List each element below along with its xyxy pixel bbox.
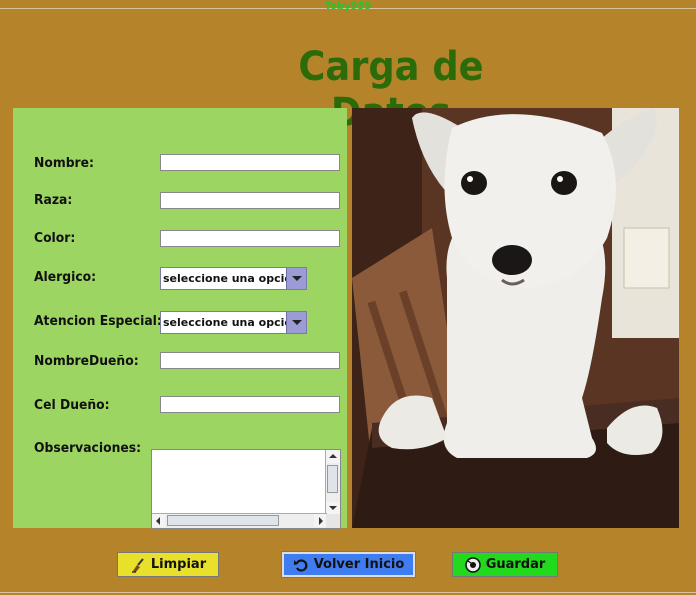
color-label: Color: <box>34 231 76 246</box>
cel-dueno-field[interactable] <box>160 396 340 413</box>
dog-photo <box>352 108 679 528</box>
observaciones-label: Observaciones: <box>34 441 142 456</box>
dog-photo-illustration <box>352 108 679 528</box>
alergico-select[interactable]: seleccione una opción <box>160 267 307 290</box>
undo-icon <box>293 557 309 573</box>
broom-icon <box>130 557 146 573</box>
save-disk-icon <box>464 556 481 573</box>
window-title: Toby959 <box>324 1 372 12</box>
atencion-selected-value: seleccione una opción <box>163 316 300 329</box>
horizontal-scroll-thumb[interactable] <box>167 515 279 526</box>
window-titlebar: Toby959 <box>0 0 696 12</box>
scroll-left-icon[interactable] <box>152 514 165 527</box>
color-field[interactable] <box>160 230 340 247</box>
raza-label: Raza: <box>34 193 73 208</box>
guardar-label: Guardar <box>485 557 546 572</box>
limpiar-button[interactable]: Limpiar <box>117 552 219 577</box>
alergico-selected-value: seleccione una opción <box>163 272 300 285</box>
vertical-scrollbar[interactable] <box>325 450 340 515</box>
nombre-dueno-field[interactable] <box>160 352 340 369</box>
scroll-up-icon[interactable] <box>326 450 340 463</box>
chevron-down-icon[interactable] <box>286 312 306 333</box>
chevron-down-icon[interactable] <box>286 268 306 289</box>
alergico-label: Alergico: <box>34 270 97 285</box>
nombre-label: Nombre: <box>34 156 94 171</box>
cel-dueno-label: Cel Dueño: <box>34 398 110 413</box>
guardar-button[interactable]: Guardar <box>452 552 558 577</box>
volver-inicio-button[interactable]: Volver Inicio <box>281 551 416 578</box>
volver-inicio-label: Volver Inicio <box>313 557 405 572</box>
horizontal-scrollbar[interactable] <box>152 513 327 528</box>
limpiar-label: Limpiar <box>150 557 207 572</box>
vertical-scroll-thumb[interactable] <box>327 465 338 493</box>
nombre-dueno-label: NombreDueño: <box>34 354 139 369</box>
atencion-label: Atencion Especial: <box>34 314 162 329</box>
atencion-select[interactable]: seleccione una opción <box>160 311 307 334</box>
observaciones-textarea[interactable] <box>151 449 341 529</box>
scroll-corner <box>326 514 340 528</box>
raza-field[interactable] <box>160 192 340 209</box>
nombre-field[interactable] <box>160 154 340 171</box>
form-panel: Nombre: Raza: Color: Alergico: seleccion… <box>13 108 347 529</box>
bottom-border <box>0 592 696 593</box>
